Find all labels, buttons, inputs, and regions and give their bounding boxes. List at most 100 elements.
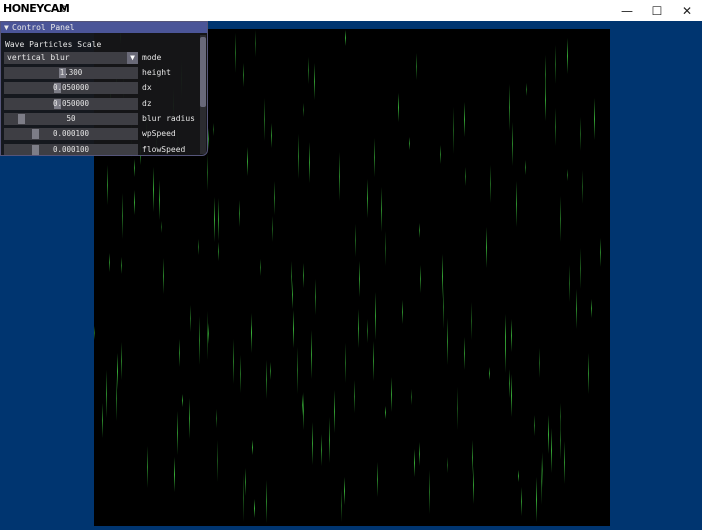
particle-streak (373, 341, 374, 381)
flow-speed-value: 0.000100 (52, 144, 90, 154)
particle-streak (217, 440, 218, 482)
blur-radius-slider[interactable]: 50 (4, 112, 138, 125)
particle-streak (534, 415, 535, 436)
particle-streak (518, 470, 519, 482)
particle-streak (254, 499, 255, 518)
control-panel-header[interactable]: ▼ Control Panel (1, 22, 207, 33)
particle-streak (102, 403, 103, 438)
particle-streak (213, 123, 214, 136)
particle-streak (345, 30, 346, 46)
particle-streak (509, 369, 510, 398)
particle-streak (270, 362, 271, 380)
scrollbar-thumb[interactable] (200, 37, 206, 107)
particle-streak (560, 196, 561, 242)
particle-streak (539, 348, 540, 378)
particle-streak (536, 477, 537, 522)
dz-label: dz (142, 98, 152, 108)
particle-streak (345, 343, 346, 383)
flow-speed-slider[interactable]: 0.000100 (4, 143, 138, 155)
wp-speed-label: wpSpeed (142, 129, 176, 139)
particle-streak (245, 468, 246, 496)
wp-speed-row: 0.000100 wpSpeed (4, 128, 199, 141)
particle-streak (511, 319, 512, 352)
minimize-icon[interactable]: — (611, 0, 643, 21)
blur-radius-slider-grab[interactable] (18, 113, 25, 124)
particle-streak (567, 169, 568, 181)
particle-streak (525, 160, 526, 175)
close-icon[interactable]: ✕ (671, 0, 702, 21)
particle-streak (555, 45, 556, 84)
particle-streak (255, 30, 256, 57)
collapse-icon[interactable]: ▼ (4, 22, 12, 33)
control-panel-title: Control Panel (12, 23, 75, 32)
flow-speed-row: 0.000100 flowSpeed (4, 143, 199, 155)
particle-streak (594, 98, 595, 140)
particle-streak (402, 300, 403, 324)
particle-streak (509, 84, 510, 131)
particle-streak (218, 242, 219, 261)
particle-streak (174, 457, 175, 492)
particle-streak (473, 466, 474, 504)
particle-streak (420, 265, 421, 293)
blur-radius-label: blur radius (142, 113, 195, 123)
control-panel: ▼ Control Panel Wave Particles Scale vert… (0, 21, 208, 156)
particle-streak (315, 279, 316, 315)
wp-speed-value: 0.000100 (52, 129, 90, 139)
particle-streak (302, 394, 303, 416)
particle-streak (464, 102, 465, 137)
particle-streak (472, 440, 473, 475)
particle-streak (274, 181, 275, 215)
particle-streak (117, 353, 118, 390)
particle-streak (541, 458, 542, 505)
particle-streak (163, 258, 164, 294)
maximize-icon[interactable]: ☐ (641, 0, 673, 21)
particle-streak (161, 221, 162, 233)
particle-streak (309, 142, 310, 183)
flow-speed-label: flowSpeed (142, 144, 186, 154)
wp-speed-slider[interactable]: 0.000100 (4, 128, 138, 141)
particle-streak (329, 417, 330, 463)
particle-streak (490, 165, 491, 203)
particle-streak (560, 403, 561, 430)
particle-streak (208, 128, 209, 150)
particle-streak (311, 330, 312, 379)
particle-streak (134, 190, 135, 215)
particle-streak (339, 152, 340, 201)
particle-streak (440, 145, 441, 164)
particle-streak (381, 187, 382, 232)
particle-streak (233, 339, 234, 384)
particle-streak (375, 292, 376, 340)
mode-combo[interactable]: vertical blur ▼ (4, 52, 138, 64)
section-label: Wave Particles Scale (5, 40, 102, 49)
panel-scrollbar[interactable] (200, 35, 206, 154)
particle-streak (576, 289, 577, 329)
particle-streak (505, 314, 506, 360)
particle-streak (414, 449, 415, 477)
blur-radius-value: 50 (66, 113, 76, 123)
particle-streak (453, 107, 454, 154)
particle-streak (567, 38, 568, 74)
dropdown-arrow-icon[interactable]: ▼ (127, 52, 138, 64)
particle-streak (271, 123, 272, 148)
particle-streak (121, 257, 122, 274)
particle-streak (189, 398, 190, 439)
height-slider[interactable]: 1.300 (4, 67, 138, 79)
dx-slider[interactable]: 0.050000 (4, 82, 138, 95)
particle-streak (374, 138, 375, 177)
wp-speed-slider-grab[interactable] (32, 129, 39, 140)
blur-radius-row: 50 blur radius (4, 112, 199, 125)
flow-speed-slider-grab[interactable] (32, 144, 39, 155)
particle-streak (94, 326, 95, 340)
dz-slider[interactable]: 0.050000 (4, 97, 138, 110)
particle-streak (580, 248, 581, 289)
particle-streak (447, 318, 448, 365)
particle-streak (409, 137, 410, 150)
particle-streak (266, 480, 267, 523)
particle-streak (109, 253, 110, 272)
particle-streak (179, 339, 180, 367)
particle-streak (122, 193, 123, 239)
particle-streak (385, 406, 386, 419)
particle-streak (199, 316, 200, 365)
particle-streak (260, 259, 261, 276)
particle-streak (239, 200, 240, 227)
